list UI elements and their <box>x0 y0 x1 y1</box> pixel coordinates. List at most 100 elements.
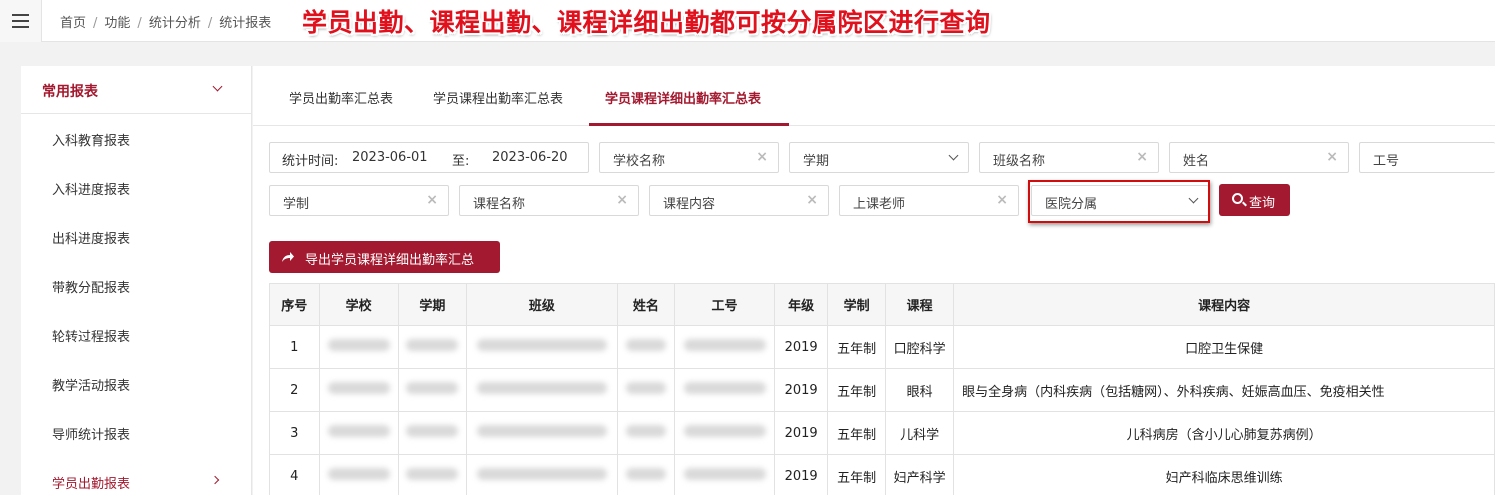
column-header-job-no[interactable]: 工号 <box>674 283 776 326</box>
sidebar-item-teaching-assignment[interactable]: 带教分配报表 <box>21 261 252 310</box>
breadcrumb-home[interactable]: 首页 <box>60 16 86 31</box>
chevron-down-icon <box>948 150 959 161</box>
cell-school-redacted <box>318 325 399 369</box>
column-header-term[interactable]: 学期 <box>397 283 467 326</box>
cell-name-redacted <box>616 411 676 455</box>
cell-class-redacted <box>465 411 618 455</box>
table-row[interactable]: 4 2019 五年制 妇产科学 妇产科临床思维训练 <box>269 454 1495 495</box>
sidebar-item-rotation-process[interactable]: 轮转过程报表 <box>21 310 252 359</box>
job-number-placeholder: 工号 <box>1373 154 1400 169</box>
breadcrumb-reports: 统计报表 <box>219 16 272 31</box>
term-select-value: 学期 <box>803 154 830 169</box>
date-from-input[interactable]: 2023-06-01 <box>352 150 428 165</box>
sidebar-item-label: 导师统计报表 <box>52 428 131 443</box>
cell-class-redacted <box>465 325 618 369</box>
sidebar-item-teaching-activity[interactable]: 教学活动报表 <box>21 359 252 408</box>
sidebar-item-exit-progress[interactable]: 出科进度报表 <box>21 212 252 261</box>
sidebar-item-mentor-stats[interactable]: 导师统计报表 <box>21 408 252 457</box>
column-header-program[interactable]: 学制 <box>827 283 887 326</box>
teacher-placeholder: 上课老师 <box>853 197 906 212</box>
program-input[interactable]: 学制 × <box>269 185 449 216</box>
cell-job-no-redacted <box>674 454 776 495</box>
tab-course-detail-attendance-summary[interactable]: 学员课程详细出勤率汇总表 <box>605 88 761 107</box>
sidebar-group-common-reports[interactable]: 常用报表 <box>21 66 251 114</box>
clear-icon[interactable]: × <box>426 192 438 208</box>
cell-grade: 2019 <box>774 368 829 412</box>
export-button[interactable]: 导出学员课程详细出勤率汇总 <box>269 241 500 273</box>
sidebar-item-student-attendance[interactable]: 学员出勤报表 <box>21 457 252 495</box>
name-input[interactable]: 姓名 × <box>1169 142 1349 173</box>
clear-icon[interactable]: × <box>1136 149 1148 165</box>
clear-icon[interactable]: × <box>616 192 628 208</box>
sidebar-item-entry-progress[interactable]: 入科进度报表 <box>21 163 252 212</box>
course-name-input[interactable]: 课程名称 × <box>459 185 639 216</box>
cell-grade: 2019 <box>774 325 829 369</box>
cell-course: 儿科学 <box>885 411 955 455</box>
sidebar-item-label: 学员出勤报表 <box>52 477 131 492</box>
table-header-row: 序号 学校 学期 班级 姓名 工号 年级 学制 课程 课程内容 <box>269 283 1495 326</box>
cell-school-redacted <box>318 454 399 495</box>
tab-course-attendance-summary[interactable]: 学员课程出勤率汇总表 <box>433 88 563 107</box>
column-header-course[interactable]: 课程 <box>885 283 955 326</box>
cell-course: 口腔科学 <box>885 325 955 369</box>
search-button-label: 查询 <box>1249 196 1276 211</box>
cell-name-redacted <box>616 325 676 369</box>
cell-no: 4 <box>269 454 320 495</box>
date-to-label: 至: <box>452 154 470 169</box>
cell-grade: 2019 <box>774 454 829 495</box>
cell-course: 眼科 <box>885 368 955 412</box>
column-header-course-content[interactable]: 课程内容 <box>953 283 1495 326</box>
cell-no: 1 <box>269 325 320 369</box>
search-icon <box>1232 193 1243 204</box>
cell-course-content: 眼与全身病（内科疾病（包括糖网）、外科疾病、妊娠高血压、免疫相关性 <box>953 368 1495 412</box>
chevron-down-icon <box>212 81 223 92</box>
job-number-input[interactable]: 工号 <box>1359 142 1495 173</box>
clear-icon[interactable]: × <box>756 149 768 165</box>
active-tab-indicator <box>589 123 789 126</box>
sidebar-item-entry-education[interactable]: 入科教育报表 <box>21 114 252 163</box>
table-row[interactable]: 3 2019 五年制 儿科学 儿科病房（含小儿心肺复苏病例） <box>269 411 1495 455</box>
column-header-school[interactable]: 学校 <box>318 283 399 326</box>
menu-icon[interactable] <box>0 0 42 42</box>
sidebar-item-label: 带教分配报表 <box>52 281 131 296</box>
cell-school-redacted <box>318 411 399 455</box>
cell-name-redacted <box>616 368 676 412</box>
sidebar-item-label: 入科教育报表 <box>52 134 131 149</box>
cell-name-redacted <box>616 454 676 495</box>
teacher-input[interactable]: 上课老师 × <box>839 185 1019 216</box>
column-header-class[interactable]: 班级 <box>465 283 618 326</box>
column-header-no[interactable]: 序号 <box>269 283 320 326</box>
sidebar-item-label: 入科进度报表 <box>52 183 131 198</box>
term-select[interactable]: 学期 <box>789 142 969 173</box>
course-name-placeholder: 课程名称 <box>473 197 526 212</box>
date-range-field[interactable]: 统计时间: 2023-06-01 至: 2023-06-20 <box>269 142 589 173</box>
cell-job-no-redacted <box>674 411 776 455</box>
breadcrumb-statistics[interactable]: 统计分析 <box>149 16 201 31</box>
table-row[interactable]: 2 2019 五年制 眼科 眼与全身病（内科疾病（包括糖网）、外科疾病、妊娠高血… <box>269 368 1495 412</box>
attendance-table: 序号 学校 学期 班级 姓名 工号 年级 学制 课程 课程内容 1 2019 五… <box>269 283 1495 495</box>
date-to-input[interactable]: 2023-06-20 <box>492 150 568 165</box>
sidebar-group-title: 常用报表 <box>42 84 98 100</box>
class-name-input[interactable]: 班级名称 × <box>979 142 1159 173</box>
search-button[interactable]: 查询 <box>1219 184 1290 216</box>
tab-student-attendance-summary[interactable]: 学员出勤率汇总表 <box>289 88 393 107</box>
clear-icon[interactable]: × <box>996 192 1008 208</box>
name-placeholder: 姓名 <box>1183 154 1210 169</box>
cell-no: 2 <box>269 368 320 412</box>
chevron-right-icon <box>210 475 220 485</box>
cell-program: 五年制 <box>827 411 887 455</box>
cell-course-content: 儿科病房（含小儿心肺复苏病例） <box>953 411 1495 455</box>
share-icon <box>282 252 294 262</box>
course-content-input[interactable]: 课程内容 × <box>649 185 829 216</box>
class-name-placeholder: 班级名称 <box>993 154 1046 169</box>
column-header-name[interactable]: 姓名 <box>616 283 676 326</box>
clear-icon[interactable]: × <box>1326 149 1338 165</box>
column-header-grade[interactable]: 年级 <box>774 283 829 326</box>
cell-program: 五年制 <box>827 368 887 412</box>
clear-icon[interactable]: × <box>806 192 818 208</box>
course-content-placeholder: 课程内容 <box>663 197 716 212</box>
school-name-placeholder: 学校名称 <box>613 154 666 169</box>
school-name-input[interactable]: 学校名称 × <box>599 142 779 173</box>
table-row[interactable]: 1 2019 五年制 口腔科学 口腔卫生保健 <box>269 325 1495 369</box>
breadcrumb-function[interactable]: 功能 <box>104 16 130 31</box>
